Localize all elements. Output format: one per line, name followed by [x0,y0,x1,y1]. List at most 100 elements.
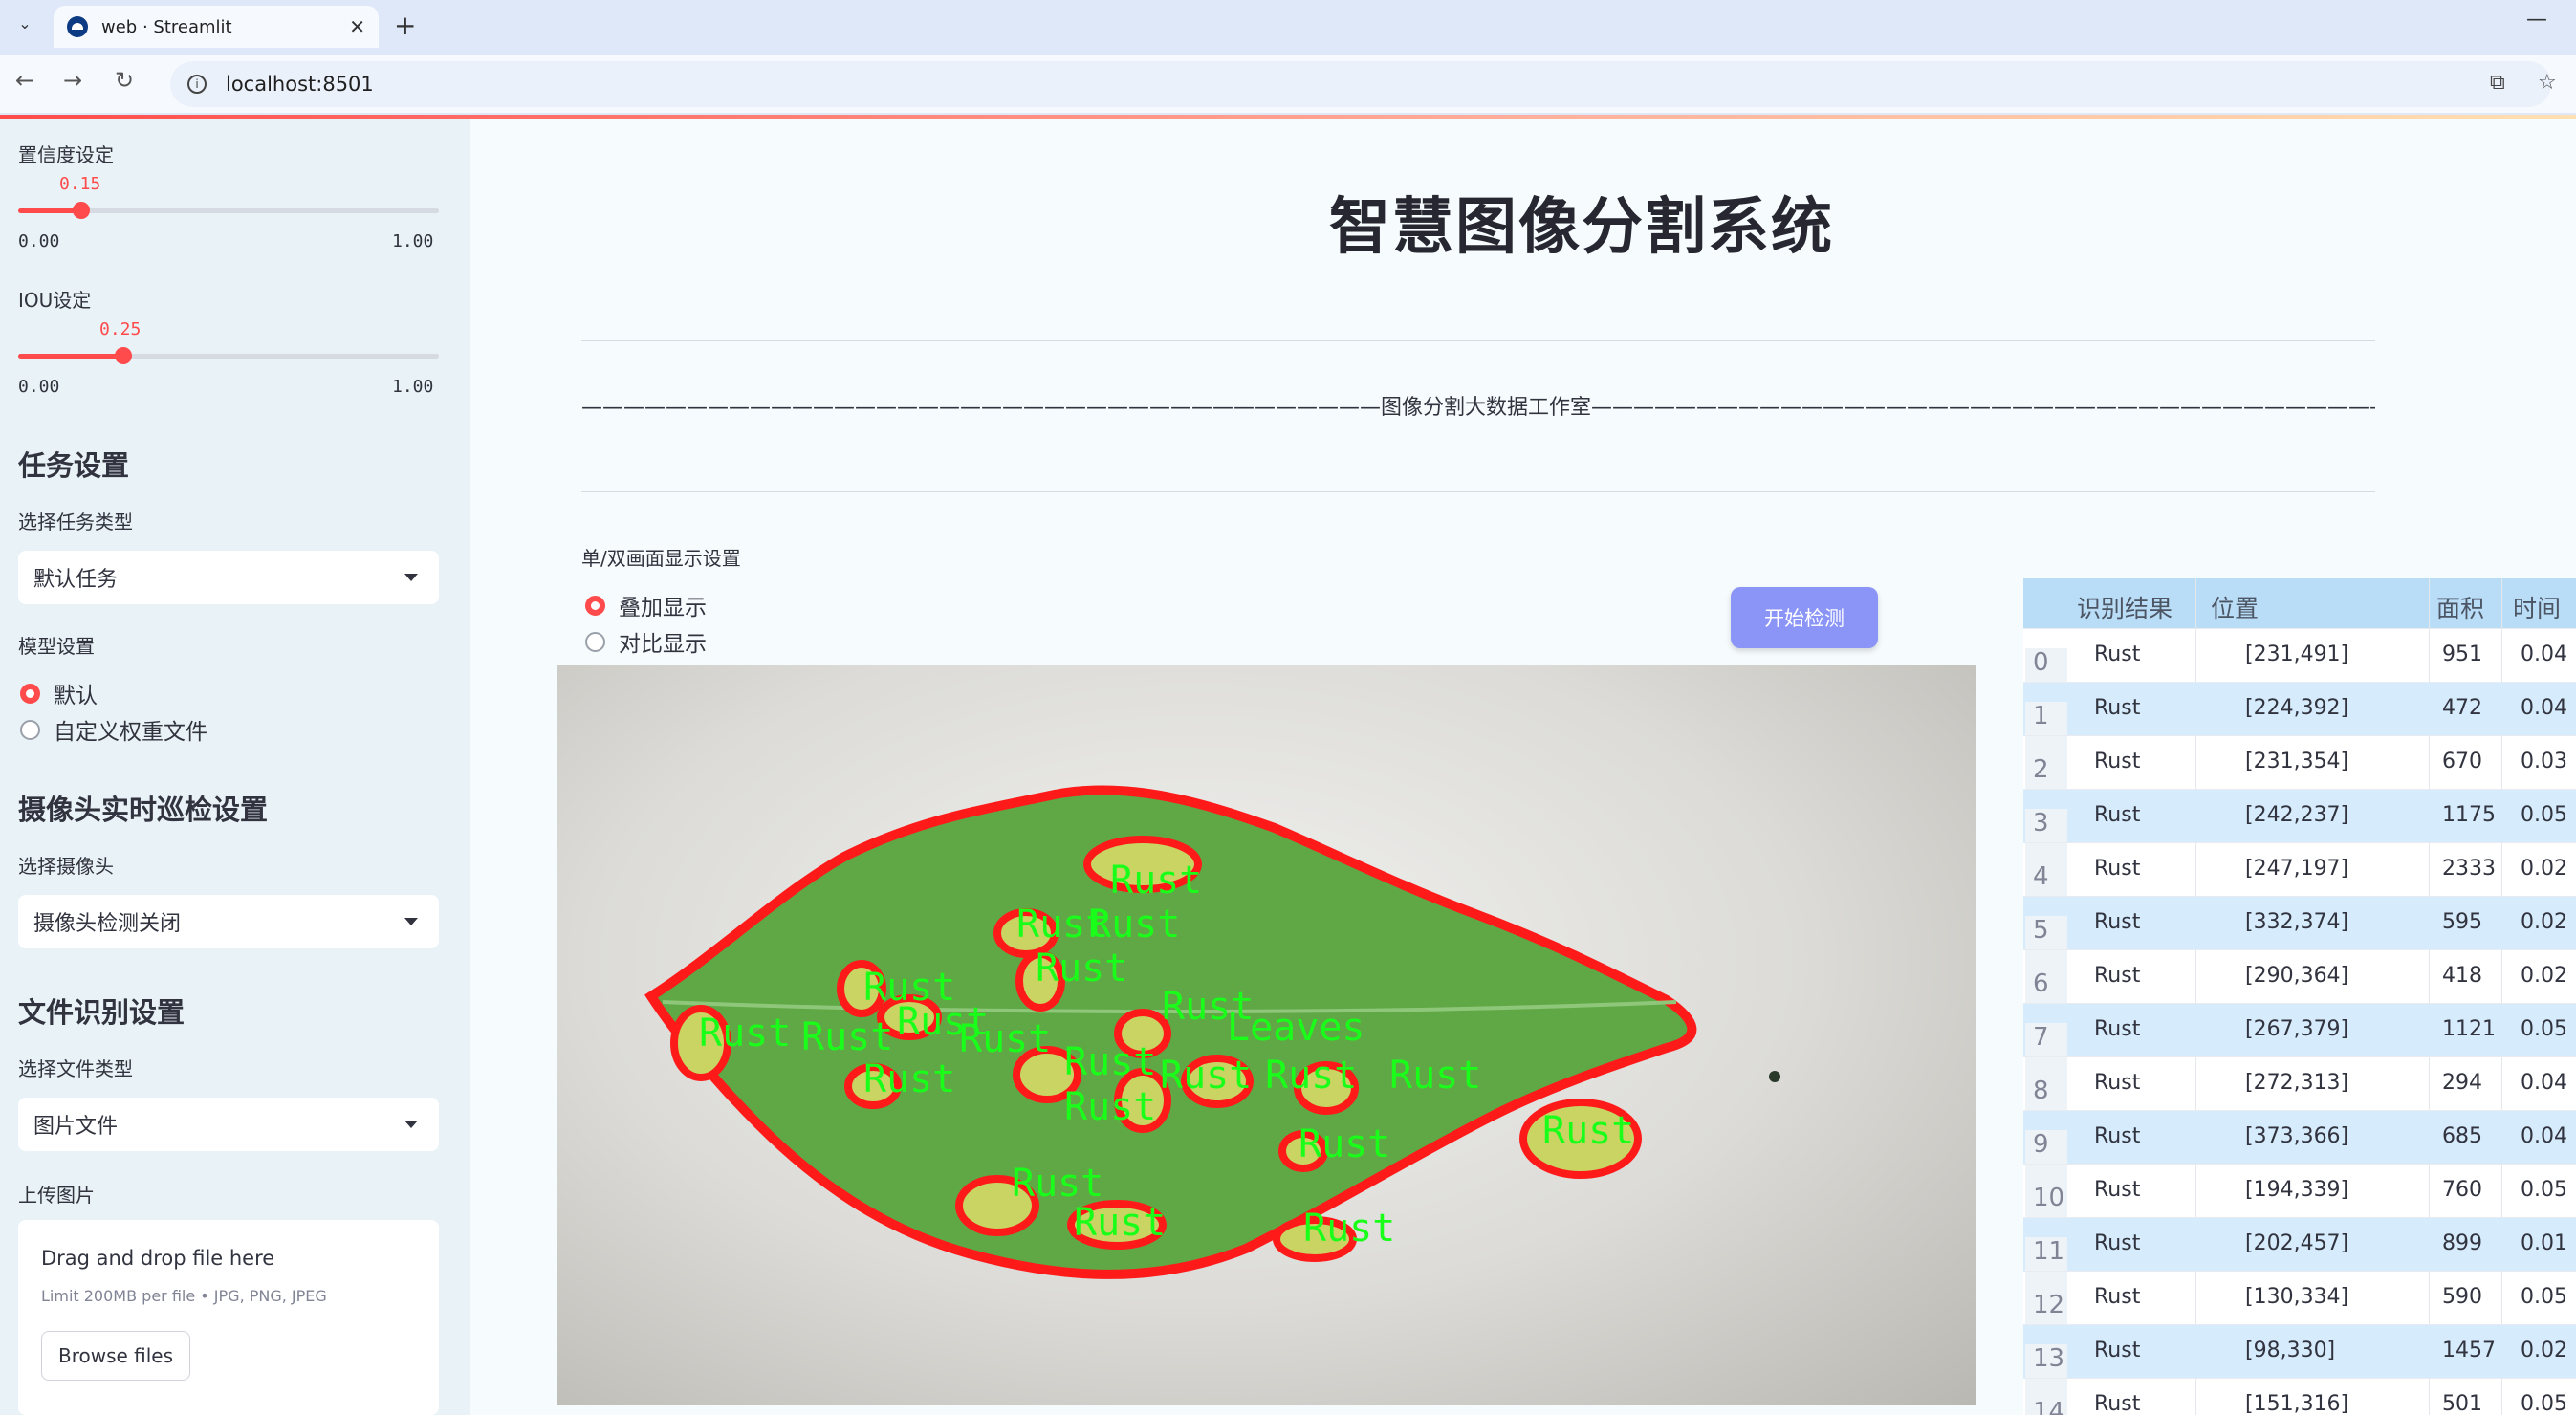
confidence-min: 0.00 [18,231,60,251]
camera-select[interactable]: 摄像头检测关闭 [18,895,439,948]
table-row[interactable]: 11 Rust [202,457] 899 0.01 [2023,1217,2576,1291]
display-option-label: 叠加显示 [619,596,707,620]
cell-position: [202,457] [2245,1231,2349,1255]
table-row[interactable]: 12 Rust [130,334] 590 0.05 [2023,1271,2576,1344]
cell-time: 0.04 [2521,1124,2567,1148]
table-row[interactable]: 7 Rust [267,379] 1121 0.05 [2023,1003,2576,1077]
cell-area: 760 [2442,1178,2482,1202]
translate-icon[interactable]: ⧉ [2490,71,2505,95]
cell-result: Rust [2094,803,2141,827]
table-row[interactable]: 13 Rust [98,330] 1457 0.02 [2023,1324,2576,1398]
cell-result: Rust [2094,1392,2141,1415]
divider-line [581,491,2375,492]
table-row[interactable]: 1 Rust [224,392] 472 0.04 [2023,682,2576,755]
cell-position: [373,366] [2245,1124,2349,1148]
table-row[interactable]: 0 Rust [231,491] 951 0.04 [2023,628,2576,702]
reload-icon[interactable]: ↻ [115,67,134,94]
table-row[interactable]: 2 Rust [231,354] 670 0.03 [2023,735,2576,809]
task-type-select[interactable]: 默认任务 [18,551,439,604]
task-settings-heading: 任务设置 [18,449,130,482]
column-header-position[interactable]: 位置 [2211,590,2259,624]
file-type-select[interactable]: 图片文件 [18,1098,439,1151]
table-row[interactable]: 14 Rust [151,316] 501 0.05 [2023,1378,2576,1415]
cell-result: Rust [2094,1231,2141,1255]
cell-result: Rust [2094,857,2141,881]
iou-slider-thumb[interactable] [115,347,132,364]
table-row[interactable]: 5 Rust [332,374] 595 0.02 [2023,896,2576,969]
browse-files-button[interactable]: Browse files [41,1331,190,1381]
dropzone-title: Drag and drop file here [41,1247,275,1270]
detection-label: Rust [1012,1162,1103,1206]
back-icon[interactable]: ← [15,67,34,94]
table-row[interactable]: 3 Rust [242,237] 1175 0.05 [2023,789,2576,862]
page-title: 智慧图像分割系统 [1329,192,1834,263]
cell-position: [151,316] [2245,1392,2349,1415]
leaf-segmentation-svg: Rust Rust Rust Rust Rust Rust Rust Rust … [644,785,1780,1279]
confidence-slider-thumb[interactable] [73,202,90,219]
radio-unselected-icon [20,719,40,740]
cell-position: [98,330] [2245,1339,2336,1362]
cell-area: 472 [2442,696,2482,720]
cell-time: 0.04 [2521,696,2567,720]
table-row[interactable]: 4 Rust [247,197] 2333 0.02 [2023,842,2576,916]
camera-settings-heading: 摄像头实时巡检设置 [18,794,269,826]
cell-area: 501 [2442,1392,2482,1415]
column-header-time[interactable]: 时间 [2513,590,2561,624]
cell-area: 590 [2442,1285,2482,1309]
radio-unselected-icon [585,631,605,652]
window-minimize-icon[interactable]: — [2526,8,2547,32]
tab-close-icon[interactable]: ✕ [349,15,365,38]
tab-search-chevron-icon[interactable]: ⌄ [10,8,40,38]
column-header-area[interactable]: 面积 [2436,590,2484,624]
cell-position: [194,339] [2245,1178,2349,1202]
new-tab-icon[interactable]: + [394,10,416,41]
detection-label: Rust [1074,1201,1166,1245]
cell-position: [272,313] [2245,1071,2349,1095]
radio-selected-icon [20,683,40,704]
browser-tab[interactable]: web · Streamlit ✕ [54,6,379,48]
url-field[interactable]: i localhost:8501 [170,61,2551,107]
browser-chrome: ⌄ web · Streamlit ✕ + — ← → ↻ i localhos… [0,0,2576,117]
cell-time: 0.05 [2521,1285,2567,1309]
divider-line [581,340,2375,341]
cell-time: 0.01 [2521,1231,2567,1255]
tab-title: web · Streamlit [101,16,232,37]
iou-slider[interactable] [18,347,439,364]
display-radio-compare[interactable]: 对比显示 [585,625,707,658]
model-radio-default[interactable]: 默认 [20,677,98,709]
table-row[interactable]: 9 Rust [373,366] 685 0.04 [2023,1110,2576,1184]
display-radio-overlay[interactable]: 叠加显示 [585,589,707,621]
file-dropzone[interactable]: Drag and drop file here Limit 200MB per … [18,1220,439,1415]
cell-position: [290,364] [2245,964,2349,988]
cell-result: Rust [2094,1071,2141,1095]
cell-position: [231,491] [2245,642,2349,666]
column-header-result[interactable]: 识别结果 [2077,590,2172,624]
table-row[interactable]: 8 Rust [272,313] 294 0.04 [2023,1056,2576,1130]
model-option-label: 默认 [54,684,98,708]
segmentation-result-image: Rust Rust Rust Rust Rust Rust Rust Rust … [557,665,1976,1405]
cell-area: 2333 [2442,857,2496,881]
cell-time: 0.03 [2521,750,2567,773]
task-type-label: 选择任务类型 [18,511,133,533]
site-info-icon[interactable]: i [187,75,207,94]
start-detection-button[interactable]: 开始检测 [1731,587,1878,648]
table-row[interactable]: 10 Rust [194,339] 760 0.05 [2023,1164,2576,1237]
confidence-slider[interactable] [18,202,439,219]
row-index: 14 [2025,1398,2067,1415]
chevron-down-icon [404,1121,418,1128]
cell-time: 0.05 [2521,1178,2567,1202]
forward-icon[interactable]: → [63,67,82,94]
detection-label: Rust [1160,1054,1252,1098]
cell-result: Rust [2094,910,2141,934]
model-radio-custom[interactable]: 自定义权重文件 [20,713,207,746]
results-table[interactable]: 识别结果 位置 面积 时间 0 Rust [231,491] 951 0.04 1 Rust… [2023,578,2576,1415]
table-row[interactable]: 6 Rust [290,364] 418 0.02 [2023,949,2576,1023]
bookmark-star-icon[interactable]: ☆ [2538,71,2557,95]
cell-area: 1121 [2442,1017,2496,1041]
detection-label: Rust [1303,1207,1395,1251]
display-option-label: 对比显示 [619,632,707,657]
cell-time: 0.02 [2521,910,2567,934]
cell-time: 0.04 [2521,642,2567,666]
confidence-max: 1.00 [392,231,434,251]
cell-position: [247,197] [2245,857,2349,881]
